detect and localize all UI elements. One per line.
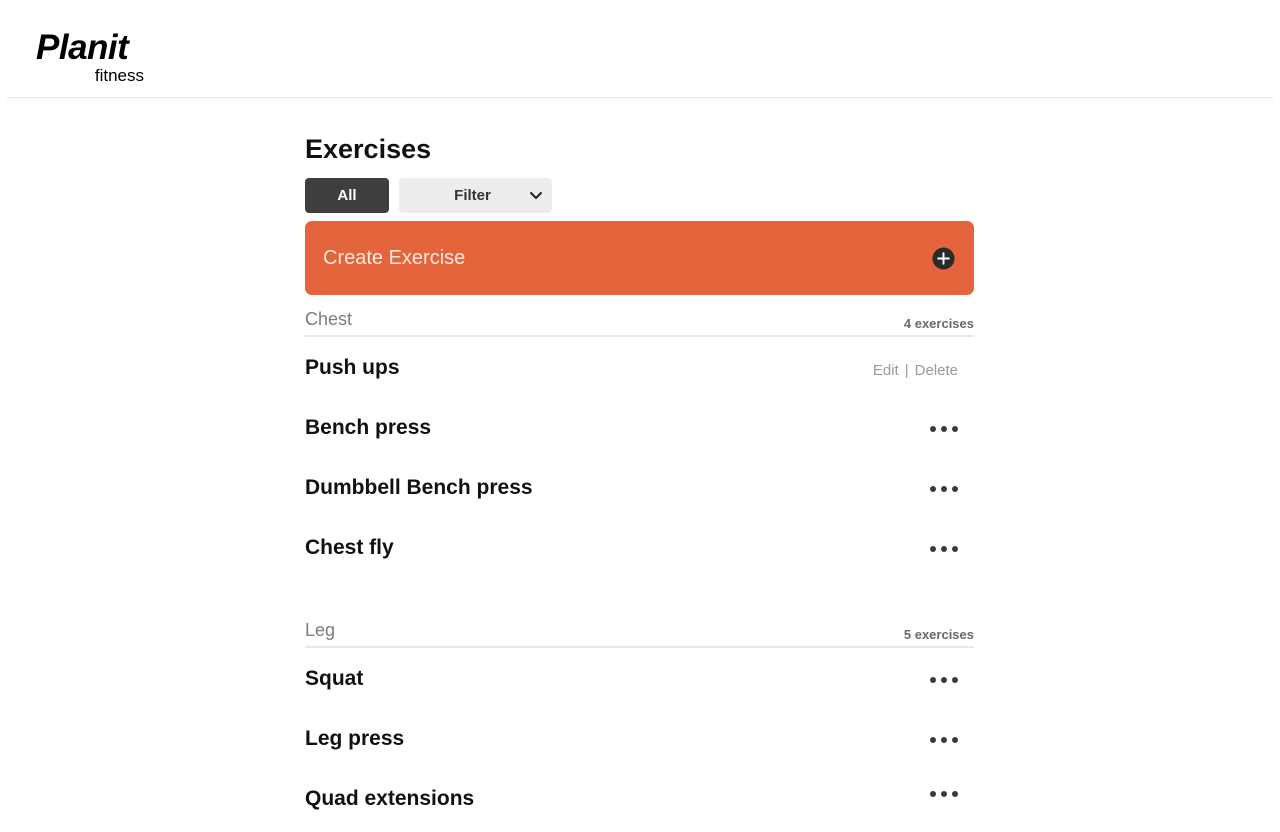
create-exercise-label: Create Exercise <box>323 246 466 269</box>
row-actions: Edit | Delete <box>873 362 958 379</box>
exercise-row[interactable]: Dumbbell Bench press <box>305 457 974 517</box>
group-header: Leg 5 exercises <box>305 606 974 648</box>
exercise-name: Leg press <box>305 727 405 750</box>
exercise-row[interactable]: Chest fly <box>305 517 974 577</box>
more-horizontal-icon[interactable] <box>930 676 958 684</box>
edit-link[interactable]: Edit <box>873 362 899 379</box>
exercise-name: Quad extensions <box>305 787 475 810</box>
filter-dropdown[interactable]: Filter <box>399 178 552 213</box>
all-filter-button[interactable]: All <box>305 178 389 213</box>
group-title: Chest <box>305 309 353 329</box>
exercise-row[interactable]: Push ups Edit | Delete <box>305 337 974 397</box>
exercise-row[interactable]: Bench press <box>305 397 974 457</box>
more-horizontal-icon[interactable] <box>930 736 958 744</box>
exercise-row[interactable]: Quad extensions <box>305 768 974 828</box>
group-header: Chest 4 exercises <box>305 295 974 337</box>
chevron-down-icon <box>530 192 542 199</box>
group-count: 4 exercises <box>903 316 974 331</box>
exercise-name: Push ups <box>305 356 400 379</box>
filter-bar: All Filter <box>305 178 974 213</box>
exercise-name: Bench press <box>305 416 432 439</box>
more-horizontal-icon[interactable] <box>930 545 958 553</box>
logo-name: Planit <box>36 28 129 67</box>
exercise-row[interactable]: Leg press <box>305 708 974 768</box>
group-count: 5 exercises <box>903 627 974 642</box>
logo[interactable]: Planit fitness <box>36 28 148 88</box>
delete-link[interactable]: Delete <box>915 362 958 379</box>
logo-subtitle: fitness <box>94 66 144 85</box>
exercise-name: Squat <box>305 667 364 690</box>
app-header: Planit fitness <box>0 0 1280 98</box>
group-title: Leg <box>305 620 336 640</box>
filter-dropdown-label: Filter <box>454 187 491 204</box>
header-divider <box>7 97 1273 98</box>
more-horizontal-icon[interactable] <box>930 425 958 433</box>
create-exercise-button[interactable]: Create Exercise <box>305 221 974 295</box>
plus-circle-icon <box>932 247 955 270</box>
main-content: Exercises All Filter Create Exercise Che… <box>305 130 974 828</box>
exercise-group-leg: Leg 5 exercises Squat Leg press Quad ext… <box>305 606 974 828</box>
exercise-row[interactable]: Squat <box>305 648 974 708</box>
exercise-name: Dumbbell Bench press <box>305 476 533 499</box>
actions-separator: | <box>904 362 909 379</box>
page-title: Exercises <box>305 134 432 164</box>
more-horizontal-icon[interactable] <box>930 790 958 798</box>
exercise-name: Chest fly <box>305 536 394 559</box>
exercise-group-chest: Chest 4 exercises Push ups Edit | Delete… <box>305 295 974 577</box>
more-horizontal-icon[interactable] <box>930 485 958 493</box>
